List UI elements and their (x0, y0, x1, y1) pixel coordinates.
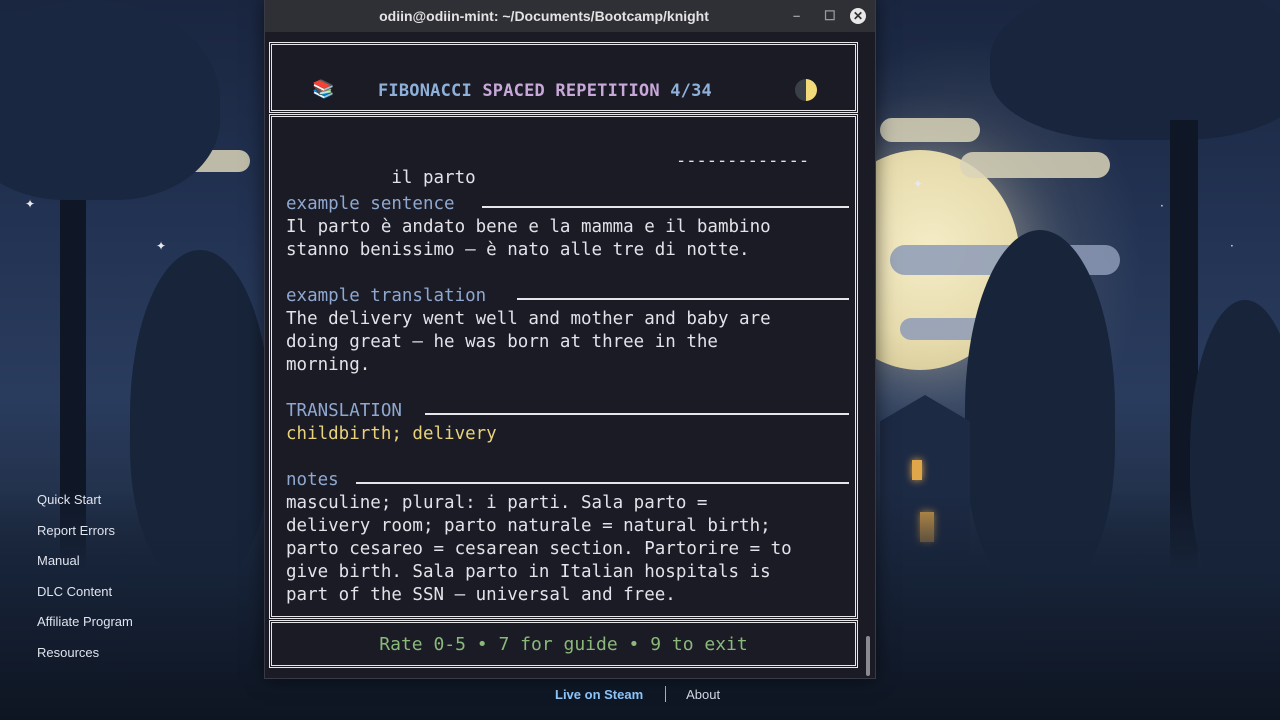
side-menu: Quick Start Report Errors Manual DLC Con… (37, 490, 133, 673)
text-line: part of the SSN — universal and free. (286, 585, 676, 605)
text-line: Il parto è andato bene e la mamma e il b… (286, 217, 771, 237)
text-line: stanno benissimo — è nato alle tre di no… (286, 240, 750, 260)
progress-counter: 4/34 (670, 81, 712, 101)
star: ✦ (156, 239, 167, 253)
terminal-window: odiin@odiin-mint: ~/Documents/Bootcamp/k… (264, 0, 876, 679)
star: · (1160, 199, 1164, 213)
menu-dlc-content[interactable]: DLC Content (37, 582, 133, 613)
text-line: The delivery went well and mother and ba… (286, 309, 771, 329)
title-word: SPACED (482, 81, 545, 101)
books-icon: 📚 (312, 79, 335, 100)
title-word: REPETITION (555, 81, 660, 101)
article: il (391, 168, 413, 188)
cloud (960, 152, 1110, 178)
section-label: TRANSLATION (286, 401, 402, 421)
translation-value: childbirth; delivery (286, 424, 497, 444)
divider (665, 686, 667, 702)
text-line: morning. (286, 355, 371, 375)
section-rule (482, 206, 849, 208)
section-rule (517, 298, 849, 300)
menu-quick-start[interactable]: Quick Start (37, 490, 133, 521)
star: ✦ (25, 197, 36, 211)
text-line: parto cesareo = cesarean section. Partor… (286, 539, 792, 559)
star: · (1230, 239, 1234, 253)
section-rule (425, 413, 849, 415)
star: ✦ (913, 177, 924, 191)
terminal-content: 📚 FIBONACCI SPACED REPETITION 4/34 il pa… (269, 42, 859, 668)
window-titlebar[interactable]: odiin@odiin-mint: ~/Documents/Bootcamp/k… (265, 0, 875, 32)
hidden-answer-marker: ------------- (676, 151, 810, 171)
section-rule (356, 482, 849, 484)
maximize-icon[interactable]: ☐ (824, 0, 836, 32)
text-line: give birth. Sala parto in Italian hospit… (286, 562, 771, 582)
terminal-scrollbar[interactable] (866, 636, 870, 676)
half-moon-icon (795, 79, 817, 101)
window-title: odiin@odiin-mint: ~/Documents/Bootcamp/k… (379, 8, 709, 24)
minimize-icon[interactable]: – (793, 0, 800, 32)
title-word: FIBONACCI (378, 81, 472, 101)
app-title: FIBONACCI SPACED REPETITION 4/34 (378, 81, 712, 101)
menu-manual[interactable]: Manual (37, 551, 133, 582)
key-hint: Rate 0-5 • 7 for guide • 9 to exit (379, 634, 748, 655)
cloud (880, 118, 980, 142)
text-line: masculine; plural: i parti. Sala parto = (286, 493, 708, 513)
tree-canopy (990, 0, 1280, 140)
menu-resources[interactable]: Resources (37, 643, 133, 674)
section-label: example sentence (286, 194, 455, 214)
tree-canopy (0, 0, 220, 200)
close-icon[interactable]: ✕ (850, 8, 866, 24)
live-on-steam-link[interactable]: Live on Steam (555, 687, 643, 702)
bottom-links: Live on Steam About (555, 686, 720, 702)
lit-window (912, 460, 922, 480)
flashcard: il parto ------------- example sentence … (269, 114, 858, 619)
text-line: delivery room; parto naturale = natural … (286, 516, 771, 536)
word: parto (422, 168, 476, 188)
text-line: doing great — he was born at three in th… (286, 332, 718, 352)
section-label: example translation (286, 286, 487, 306)
header-box: 📚 FIBONACCI SPACED REPETITION 4/34 (269, 42, 858, 113)
about-link[interactable]: About (686, 687, 720, 702)
menu-affiliate-program[interactable]: Affiliate Program (37, 612, 133, 643)
menu-report-errors[interactable]: Report Errors (37, 521, 133, 552)
footer-box: Rate 0-5 • 7 for guide • 9 to exit (269, 620, 858, 668)
section-label: notes (286, 470, 339, 490)
